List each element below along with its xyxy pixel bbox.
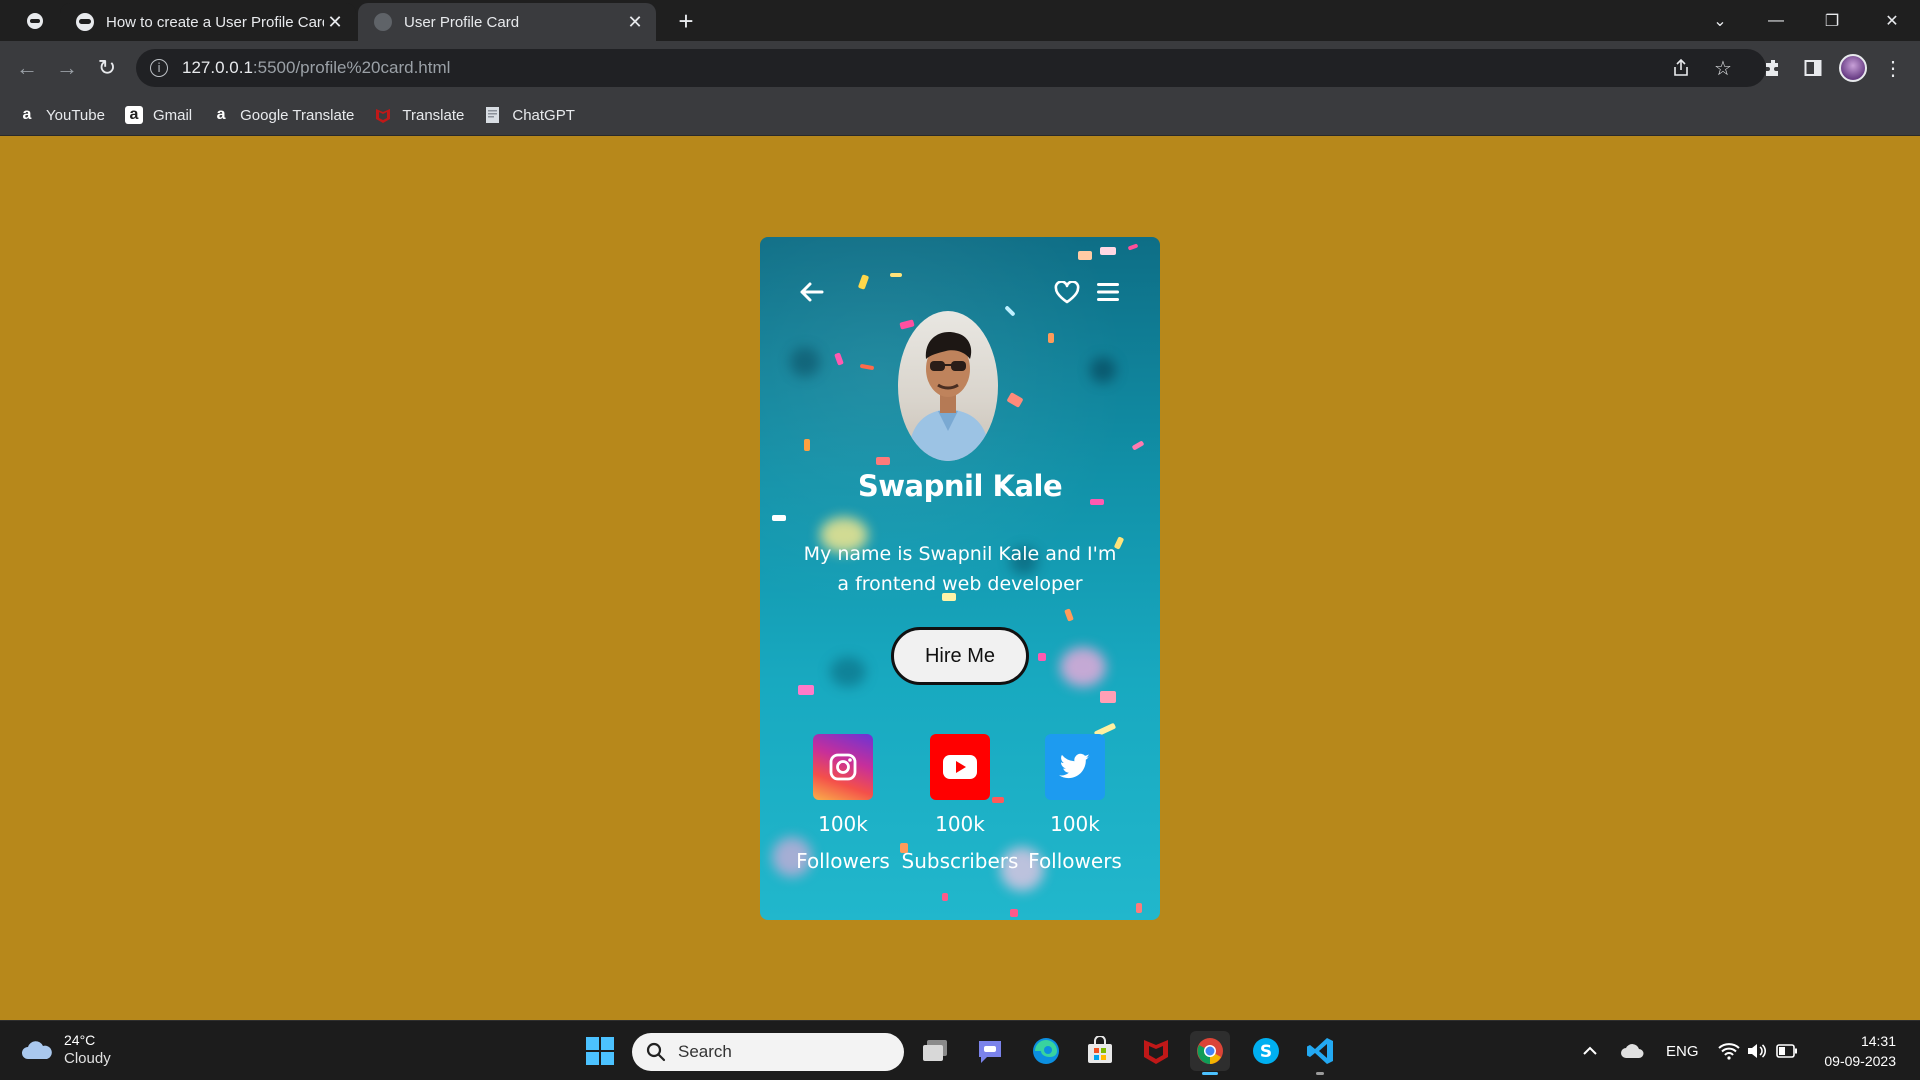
share-icon[interactable] [1664, 51, 1698, 85]
new-tab-button[interactable]: + [670, 6, 702, 36]
tab-user-profile-card[interactable]: User Profile Card ✕ [358, 3, 656, 41]
social-youtube[interactable]: 100k Subscribers [900, 734, 1020, 873]
tab-search-button[interactable] [14, 7, 56, 35]
browser-toolbar: ← → ↻ i 127.0.0.1:5500/profile%20card.ht… [0, 41, 1920, 95]
bookmark-translate[interactable]: Translate [374, 106, 464, 124]
cloud-icon [20, 1039, 54, 1061]
bookmark-label: Translate [402, 106, 465, 124]
youtube-count: 100k [935, 812, 985, 836]
twitter-count: 100k [1050, 812, 1100, 836]
task-view-icon[interactable] [916, 1031, 956, 1071]
browser-menu-icon[interactable]: ⋮ [1876, 51, 1910, 85]
minimize-button[interactable]: — [1748, 0, 1804, 41]
youtube-icon[interactable] [930, 734, 990, 800]
profile-card: Swapnil Kale My name is Swapnil Kale and… [760, 237, 1160, 920]
avatar [898, 311, 998, 461]
volume-icon[interactable] [1746, 1021, 1766, 1080]
tab-title: How to create a User Profile Card [106, 13, 324, 31]
microsoft-store-icon[interactable] [1080, 1031, 1120, 1071]
mcafee-icon[interactable] [1136, 1031, 1176, 1071]
instagram-count: 100k [818, 812, 868, 836]
bookmark-label: Google Translate [240, 106, 355, 124]
weather-temp: 24°C [64, 1032, 96, 1048]
amazon-a-icon: a [124, 106, 143, 124]
url-path: :5500/profile%20card.html [252, 58, 451, 77]
twitter-label: Followers [1028, 849, 1122, 873]
heart-icon[interactable] [1054, 281, 1080, 305]
tab-strip: How to create a User Profile Card ✕ User… [0, 0, 1920, 41]
svg-text:S: S [1260, 1042, 1272, 1062]
restore-button[interactable]: ❐ [1804, 0, 1860, 41]
instagram-icon[interactable] [813, 734, 873, 800]
social-twitter[interactable]: 100k Followers [1015, 734, 1135, 873]
profile-avatar[interactable] [1836, 51, 1870, 85]
bookmark-google-translate[interactable]: a Google Translate [212, 106, 355, 124]
window-close-button[interactable]: ✕ [1864, 0, 1920, 41]
vscode-icon[interactable] [1300, 1031, 1340, 1075]
show-hidden-icons-chevron-icon[interactable] [1582, 1021, 1598, 1080]
teams-chat-icon[interactable] [970, 1031, 1010, 1071]
search-placeholder: Search [678, 1042, 732, 1061]
clock-date: 09-09-2023 [1824, 1053, 1896, 1069]
bookmarks-bar: a YouTube a Gmail a Google Translate Tra… [0, 95, 1920, 136]
reload-button[interactable]: ↻ [90, 51, 124, 85]
bookmark-gmail[interactable]: a Gmail [124, 106, 193, 124]
bookmark-star-icon[interactable]: ☆ [1706, 51, 1740, 85]
system-clock[interactable]: 14:31 09-09-2023 [1824, 1031, 1896, 1071]
side-panel-icon[interactable] [1796, 51, 1830, 85]
tab-favicon-icon [76, 13, 94, 31]
language-indicator[interactable]: ENG [1666, 1021, 1699, 1080]
bookmark-chatgpt[interactable]: ChatGPT [484, 106, 575, 124]
bookmark-youtube[interactable]: a YouTube [18, 106, 105, 124]
bookmark-label: YouTube [46, 106, 105, 124]
bookmark-label: ChatGPT [512, 106, 575, 124]
close-icon[interactable]: ✕ [324, 11, 346, 33]
page-icon [484, 106, 502, 124]
search-icon [646, 1042, 666, 1062]
clock-time: 14:31 [1860, 1033, 1896, 1049]
chrome-tab-icon [27, 13, 43, 29]
amazon-a-icon: a [22, 106, 32, 123]
site-info-icon[interactable]: i [150, 59, 168, 77]
tab-how-to-create[interactable]: How to create a User Profile Card ✕ [60, 3, 356, 41]
taskbar-search[interactable]: Search [632, 1033, 904, 1071]
profile-bio: My name is Swapnil Kale and I'm a fronte… [803, 543, 1117, 595]
social-instagram[interactable]: 100k Followers [783, 734, 903, 873]
wifi-icon[interactable] [1718, 1021, 1740, 1080]
address-bar[interactable]: i 127.0.0.1:5500/profile%20card.html [136, 49, 1766, 87]
url-host: 127.0.0.1 [182, 58, 253, 77]
close-icon[interactable]: ✕ [624, 11, 646, 33]
chrome-icon[interactable] [1190, 1031, 1230, 1075]
globe-icon [374, 13, 392, 31]
skype-icon[interactable]: S [1246, 1031, 1286, 1071]
onedrive-cloud-icon[interactable] [1620, 1021, 1644, 1080]
battery-icon[interactable] [1776, 1021, 1798, 1080]
edge-browser-icon[interactable] [1026, 1031, 1066, 1071]
tab-list-chevron-icon[interactable]: ⌄ [1692, 0, 1748, 41]
amazon-a-icon: a [216, 106, 226, 123]
profile-name: Swapnil Kale [857, 469, 1063, 503]
hire-me-button[interactable]: Hire Me [891, 627, 1029, 685]
menu-hamburger-icon[interactable] [1096, 281, 1120, 303]
back-arrow-icon[interactable] [798, 281, 824, 303]
instagram-label: Followers [796, 849, 890, 873]
start-button[interactable] [580, 1031, 620, 1071]
weather-condition: Cloudy [64, 1050, 111, 1067]
weather-widget[interactable]: 24°C Cloudy [20, 1031, 111, 1069]
back-button[interactable]: ← [10, 51, 44, 85]
tab-title: User Profile Card [404, 13, 520, 31]
bookmark-label: Gmail [152, 106, 193, 124]
mcafee-icon [374, 106, 392, 124]
taskbar: 24°C Cloudy Search S ENG 14:31 09-09-202… [0, 1020, 1920, 1080]
twitter-icon[interactable] [1045, 734, 1105, 800]
extensions-icon[interactable] [1756, 51, 1790, 85]
youtube-label: Subscribers [901, 849, 1019, 873]
forward-button[interactable]: → [50, 51, 84, 85]
